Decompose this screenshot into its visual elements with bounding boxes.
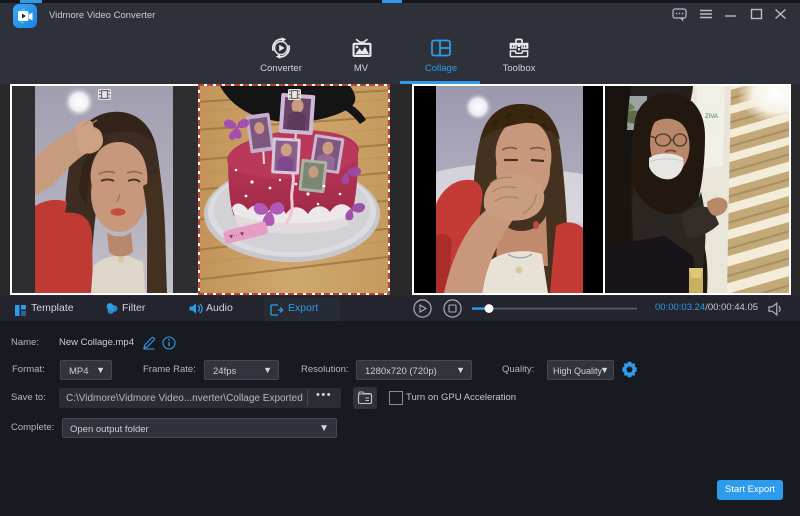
- svg-text:ZIVA: ZIVA: [705, 114, 718, 120]
